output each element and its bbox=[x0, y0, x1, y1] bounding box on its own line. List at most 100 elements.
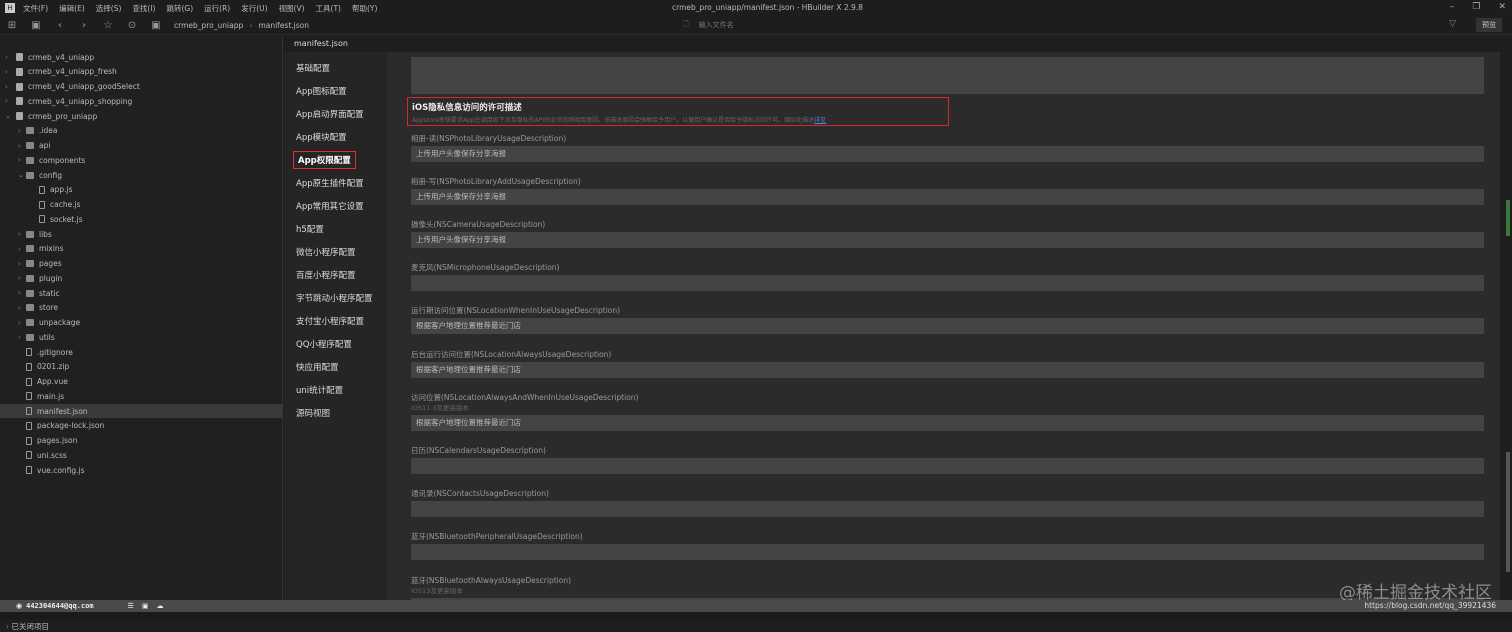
menu-item[interactable]: 文件(F) bbox=[23, 4, 48, 13]
config-nav-item[interactable]: 快应用配置 bbox=[296, 361, 339, 373]
tree-item[interactable]: › libs bbox=[0, 227, 52, 241]
field-input[interactable] bbox=[411, 501, 1484, 517]
menu-item[interactable]: 跳转(G) bbox=[166, 4, 193, 13]
config-nav-item[interactable]: 百度小程序配置 bbox=[296, 269, 356, 281]
tree-item[interactable]: ⌄ config bbox=[0, 168, 62, 182]
close-icon[interactable]: ✕ bbox=[1498, 2, 1506, 12]
menu-item[interactable]: 运行(R) bbox=[204, 4, 230, 13]
scrollbar[interactable] bbox=[1505, 52, 1512, 600]
tree-item[interactable]: uni.scss bbox=[0, 448, 67, 462]
field-input[interactable]: 根据客户地理位置推荐最近门店 bbox=[411, 362, 1484, 378]
file-search-input[interactable]: 🗋 输入文件名 bbox=[683, 20, 734, 31]
menu-item[interactable]: 工具(T) bbox=[316, 4, 341, 13]
tree-item[interactable]: › mixins bbox=[0, 242, 64, 256]
tree-item[interactable]: main.js bbox=[0, 389, 64, 403]
config-nav-item[interactable]: uni统计配置 bbox=[296, 384, 343, 396]
tree-item[interactable]: › pages bbox=[0, 257, 62, 271]
chevron-icon[interactable]: › bbox=[18, 289, 26, 297]
menu-item[interactable]: 编辑(E) bbox=[59, 4, 85, 13]
tree-item[interactable]: › components bbox=[0, 153, 85, 167]
breadcrumb-project[interactable]: crmeb_pro_uniapp bbox=[174, 21, 243, 30]
field-input[interactable] bbox=[411, 275, 1484, 291]
menu-item[interactable]: 查找(I) bbox=[132, 4, 155, 13]
config-nav-item[interactable]: 微信小程序配置 bbox=[296, 246, 356, 258]
chevron-icon[interactable]: › bbox=[18, 319, 26, 327]
chevron-icon[interactable]: ⌄ bbox=[5, 112, 13, 120]
tree-item[interactable]: › plugin bbox=[0, 271, 62, 285]
chevron-icon[interactable]: › bbox=[18, 127, 26, 135]
cloud-icon[interactable]: ☁ bbox=[156, 602, 163, 610]
tree-item[interactable]: 0201.zip bbox=[0, 360, 69, 374]
back-icon[interactable]: ‹ bbox=[48, 20, 72, 31]
config-nav-item[interactable]: 字节跳动小程序配置 bbox=[296, 292, 373, 304]
new-file-icon[interactable]: ⊞ bbox=[0, 20, 24, 31]
tree-item[interactable]: › .idea bbox=[0, 124, 57, 138]
tree-item[interactable]: › api bbox=[0, 139, 50, 153]
tree-item[interactable]: .gitignore bbox=[0, 345, 73, 359]
config-nav-item[interactable]: 支付宝小程序配置 bbox=[296, 315, 364, 327]
restore-icon[interactable]: ❐ bbox=[1472, 2, 1480, 12]
tree-item[interactable]: › crmeb_v4_uniapp_shopping bbox=[0, 94, 132, 108]
config-nav-item[interactable]: App模块配置 bbox=[296, 131, 347, 143]
chevron-icon[interactable]: › bbox=[5, 83, 13, 91]
tree-item[interactable]: › store bbox=[0, 301, 58, 315]
details-link[interactable]: 详见 bbox=[814, 117, 826, 124]
text-area[interactable] bbox=[411, 57, 1484, 94]
chevron-icon[interactable]: › bbox=[18, 142, 26, 150]
config-nav-item[interactable]: App启动界面配置 bbox=[296, 108, 364, 120]
config-nav-item[interactable]: App权限配置 bbox=[293, 151, 356, 169]
config-nav-item[interactable]: h5配置 bbox=[296, 223, 324, 235]
user-icon[interactable]: ◉ bbox=[16, 602, 22, 610]
config-nav-item[interactable]: App图标配置 bbox=[296, 85, 347, 97]
config-nav-item[interactable]: App原生插件配置 bbox=[296, 177, 364, 189]
field-input[interactable]: 上传用户头像保存分享海报 bbox=[411, 189, 1484, 205]
console-icon[interactable]: ▣ bbox=[142, 602, 149, 610]
filter-icon[interactable]: ▽ bbox=[1449, 19, 1456, 29]
preview-button[interactable]: 预览 bbox=[1476, 18, 1502, 32]
field-input[interactable]: 根据客户地理位置推荐最近门店 bbox=[411, 318, 1484, 334]
config-nav-item[interactable]: App常用其它设置 bbox=[296, 200, 364, 212]
menu-item[interactable]: 视图(V) bbox=[279, 4, 305, 13]
tree-item[interactable]: package-lock.json bbox=[0, 419, 104, 433]
menu-item[interactable]: 发行(U) bbox=[241, 4, 267, 13]
tree-item[interactable]: ⌄ crmeb_pro_uniapp bbox=[0, 109, 97, 123]
field-input[interactable] bbox=[411, 544, 1484, 560]
tree-item[interactable]: cache.js bbox=[0, 198, 81, 212]
field-input[interactable]: 上传用户头像保存分享海报 bbox=[411, 232, 1484, 248]
tree-item[interactable]: app.js bbox=[0, 183, 73, 197]
tree-item[interactable]: pages.json bbox=[0, 434, 77, 448]
config-nav-item[interactable]: QQ小程序配置 bbox=[296, 338, 352, 350]
config-nav-item[interactable]: 源码视图 bbox=[296, 407, 330, 419]
chevron-icon[interactable]: › bbox=[18, 274, 26, 282]
tree-item[interactable]: › crmeb_v4_uniapp bbox=[0, 50, 94, 64]
list-icon[interactable]: ☰ bbox=[128, 602, 134, 610]
star-icon[interactable]: ☆ bbox=[96, 20, 120, 31]
tab-manifest-json[interactable]: manifest.json bbox=[283, 36, 363, 52]
chevron-icon[interactable]: › bbox=[5, 53, 13, 61]
chevron-icon[interactable]: › bbox=[18, 260, 26, 268]
chevron-icon[interactable]: › bbox=[18, 156, 26, 164]
tree-item[interactable]: vue.config.js bbox=[0, 463, 85, 477]
minimize-icon[interactable]: – bbox=[1450, 2, 1455, 12]
chevron-icon[interactable]: › bbox=[18, 245, 26, 253]
chevron-icon[interactable]: › bbox=[18, 230, 26, 238]
run-icon[interactable]: ⊙ bbox=[120, 20, 144, 31]
tree-item[interactable]: › crmeb_v4_uniapp_fresh bbox=[0, 65, 117, 79]
user-account[interactable]: 442304644@qq.com bbox=[26, 602, 93, 610]
tree-item[interactable]: › utils bbox=[0, 330, 55, 344]
forward-icon[interactable]: › bbox=[72, 20, 96, 31]
menu-item[interactable]: 选择(S) bbox=[96, 4, 122, 13]
tree-item[interactable]: › unpackage bbox=[0, 316, 80, 330]
field-input[interactable]: 根据客户地理位置推荐最近门店 bbox=[411, 415, 1484, 431]
tree-item[interactable]: › crmeb_v4_uniapp_goodSelect bbox=[0, 80, 140, 94]
chevron-icon[interactable]: › bbox=[18, 333, 26, 341]
tree-item[interactable]: › static bbox=[0, 286, 60, 300]
chevron-icon[interactable]: › bbox=[5, 68, 13, 76]
tree-item[interactable]: App.vue bbox=[0, 375, 68, 389]
save-icon[interactable]: ▣ bbox=[24, 20, 48, 31]
chevron-icon[interactable]: ⌄ bbox=[18, 171, 26, 179]
field-input[interactable] bbox=[411, 458, 1484, 474]
menu-item[interactable]: 帮助(Y) bbox=[352, 4, 377, 13]
chevron-icon[interactable]: › bbox=[5, 97, 13, 105]
tree-item[interactable]: socket.js bbox=[0, 212, 83, 226]
